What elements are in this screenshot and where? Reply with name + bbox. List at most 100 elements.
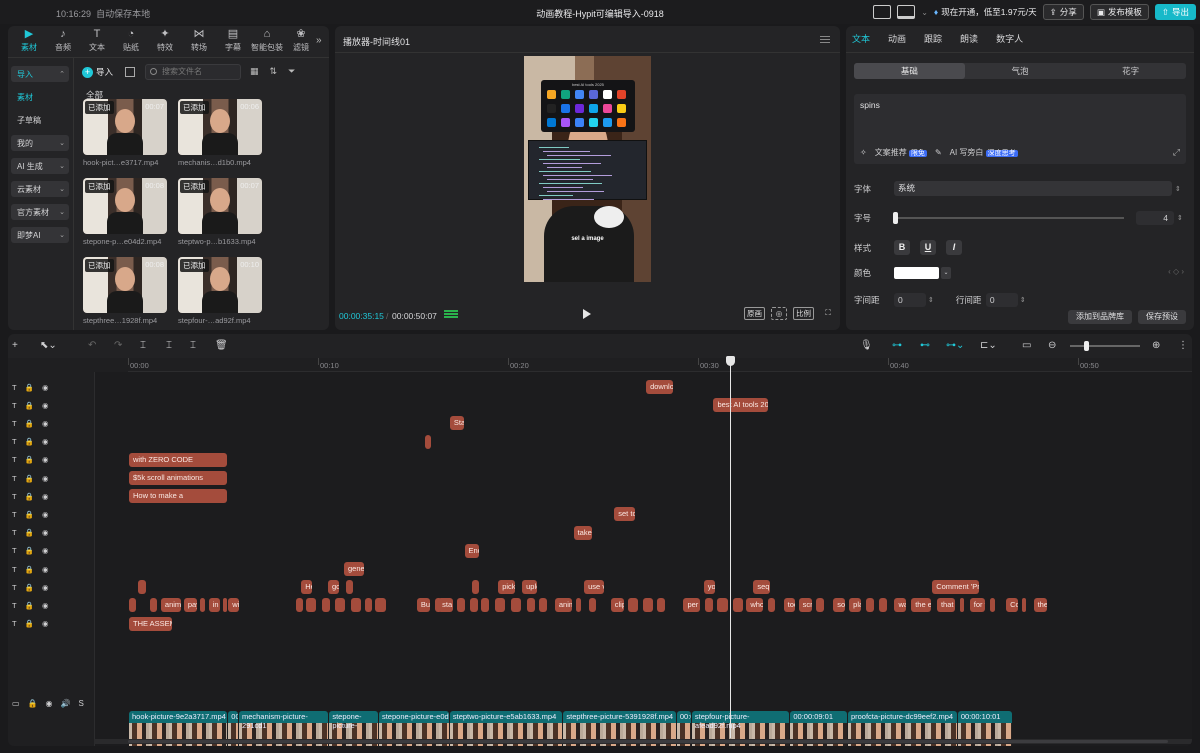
text-clip[interactable] xyxy=(494,598,506,613)
text-clip[interactable]: downloa xyxy=(646,380,674,394)
prop-tab-3[interactable]: 朗读 xyxy=(960,32,978,45)
tab-audio[interactable]: ♪ 音频 xyxy=(46,29,80,53)
lock-icon[interactable]: 🔒 xyxy=(25,437,34,446)
keyframe-icon[interactable]: ‹ ◇ › xyxy=(1168,267,1184,276)
zoom-in-icon[interactable]: ⊕ xyxy=(1152,340,1160,352)
tab-caption[interactable]: ▤ 字幕 xyxy=(216,29,250,53)
vip-offer[interactable]: ♦ 现在开通，低至1.97元/天 xyxy=(934,6,1037,18)
grid-view-icon[interactable] xyxy=(125,67,136,77)
visibility-icon[interactable]: ◉ xyxy=(42,437,49,446)
text-clip[interactable] xyxy=(879,598,888,613)
visibility-icon[interactable]: ◉ xyxy=(42,546,49,555)
prop-tab-4[interactable]: 数字人 xyxy=(996,32,1023,45)
text-clip[interactable]: whol xyxy=(746,598,764,613)
text-clip[interactable] xyxy=(588,598,597,613)
font-size-slider[interactable] xyxy=(893,212,1124,224)
sort-icon[interactable]: ⇅ xyxy=(270,66,278,77)
text-clip[interactable]: per s xyxy=(683,598,701,613)
text-clip[interactable] xyxy=(642,598,654,613)
text-clip[interactable] xyxy=(510,598,522,613)
text-clip[interactable] xyxy=(345,580,353,595)
text-clip[interactable]: pay xyxy=(183,598,198,613)
underline-button[interactable]: U xyxy=(920,240,936,255)
lock-icon[interactable]: 🔒 xyxy=(25,528,34,537)
select-tool-icon[interactable]: ⬉⌄ xyxy=(40,340,57,352)
segment-1[interactable]: 气泡 xyxy=(965,63,1076,79)
text-clip[interactable] xyxy=(137,580,146,595)
text-clip[interactable] xyxy=(295,598,303,613)
chevron-down-icon[interactable]: ⌄ xyxy=(921,8,928,17)
add-brand-button[interactable]: 添加到品牌库 xyxy=(1068,310,1132,324)
fullscreen-icon[interactable]: ⛶ xyxy=(820,307,836,320)
text-clip[interactable]: uplo xyxy=(522,580,538,595)
text-clip[interactable]: go xyxy=(327,580,339,595)
prop-tab-2[interactable]: 跟踪 xyxy=(924,32,942,45)
visibility-icon[interactable]: ◉ xyxy=(42,601,49,610)
sidebar-item-4[interactable]: AI 生成 ⌄ xyxy=(11,158,69,174)
panel-layout-icon[interactable] xyxy=(897,5,916,19)
lock-icon[interactable]: 🔒 xyxy=(25,565,34,574)
text-clip[interactable] xyxy=(1022,598,1027,613)
text-clip[interactable] xyxy=(306,598,316,613)
ai-write-button[interactable]: AI 写旁白 深度思考 xyxy=(950,147,1018,158)
text-clip[interactable]: the xyxy=(1033,598,1047,613)
text-clip[interactable]: that A xyxy=(936,598,956,613)
split-icon[interactable]: ⌶ xyxy=(140,340,146,352)
tab-effects[interactable]: ✦ 特效 xyxy=(148,29,182,53)
text-clip[interactable] xyxy=(375,598,386,613)
media-item[interactable]: 已添加 00:07 steptwo-p…b1633.mp4 xyxy=(178,178,262,246)
text-clip[interactable]: with ZERO CODE xyxy=(129,452,228,467)
view-mode-icon[interactable]: ▦ xyxy=(250,66,259,77)
text-clip[interactable] xyxy=(364,598,372,613)
stepper-icon[interactable]: ⇕ xyxy=(1175,185,1181,193)
magnet-icon[interactable]: ⊶ xyxy=(892,340,902,352)
text-clip[interactable] xyxy=(990,598,996,613)
text-clip[interactable]: scri xyxy=(798,598,812,613)
text-clip[interactable]: too xyxy=(783,598,795,613)
visibility-icon[interactable]: ◉ xyxy=(42,401,49,410)
text-clip[interactable] xyxy=(628,598,639,613)
lock-icon[interactable]: 🔒 xyxy=(25,583,34,592)
text-clip[interactable] xyxy=(866,598,874,613)
text-clip[interactable]: Comment 'Prom xyxy=(932,580,980,595)
text-clip[interactable] xyxy=(767,598,776,613)
text-clip[interactable] xyxy=(704,598,713,613)
text-clip[interactable] xyxy=(576,598,582,613)
lock-icon[interactable]: 🔒 xyxy=(25,510,34,519)
media-item[interactable]: 已添加 00:06 mechanis…d1b0.mp4 xyxy=(178,99,262,167)
tab-sticker[interactable]: ◔ 贴纸 xyxy=(114,29,148,53)
track-area[interactable]: hook-picture-9e2a3717.mp4 00:mechanism-pi… xyxy=(94,372,1192,746)
layout-icon[interactable] xyxy=(873,5,892,19)
publish-template-button[interactable]: ▣ 发布模板 xyxy=(1089,4,1149,20)
visibility-icon[interactable]: ◉ xyxy=(42,419,49,428)
text-clip[interactable]: for t xyxy=(969,598,985,613)
lock-icon[interactable]: 🔒 xyxy=(25,601,34,610)
play-button[interactable] xyxy=(583,309,591,319)
visibility-icon[interactable]: ◉ xyxy=(42,455,49,464)
align-icon[interactable]: ⊏⌄ xyxy=(980,340,997,352)
preview-axis-icon[interactable]: ⊶⌄ xyxy=(946,340,964,352)
text-clip[interactable] xyxy=(456,598,465,613)
sidebar-item-1[interactable]: 素材 xyxy=(11,89,69,105)
visibility-icon[interactable]: ◉ xyxy=(42,510,49,519)
screenshot-icon[interactable]: ◎ xyxy=(771,307,787,320)
text-clip[interactable]: set to xyxy=(614,507,635,522)
text-clip[interactable]: wit xyxy=(228,598,239,613)
more-tabs-icon[interactable]: » xyxy=(316,35,322,46)
sidebar-item-6[interactable]: 官方素材 ⌄ xyxy=(11,204,69,220)
letter-spacing-input[interactable]: 0 xyxy=(894,293,926,307)
undo-icon[interactable]: ↶ xyxy=(88,340,96,352)
text-clip[interactable]: wa xyxy=(894,598,906,613)
font-select[interactable]: 系统 xyxy=(894,181,1172,196)
text-clip[interactable] xyxy=(816,598,825,613)
text-clip[interactable]: End xyxy=(464,543,480,558)
text-clip[interactable]: sequ xyxy=(753,580,771,595)
text-clip[interactable]: Co xyxy=(1006,598,1018,613)
text-clip[interactable] xyxy=(480,598,489,613)
text-clip[interactable]: gener xyxy=(343,562,365,576)
lock-icon[interactable]: 🔒 xyxy=(25,619,34,628)
text-clip[interactable]: take t xyxy=(573,525,592,540)
share-button[interactable]: ⇪ 分享 xyxy=(1042,4,1084,20)
text-clip[interactable] xyxy=(527,598,536,613)
visibility-icon[interactable]: ◉ xyxy=(42,492,49,501)
